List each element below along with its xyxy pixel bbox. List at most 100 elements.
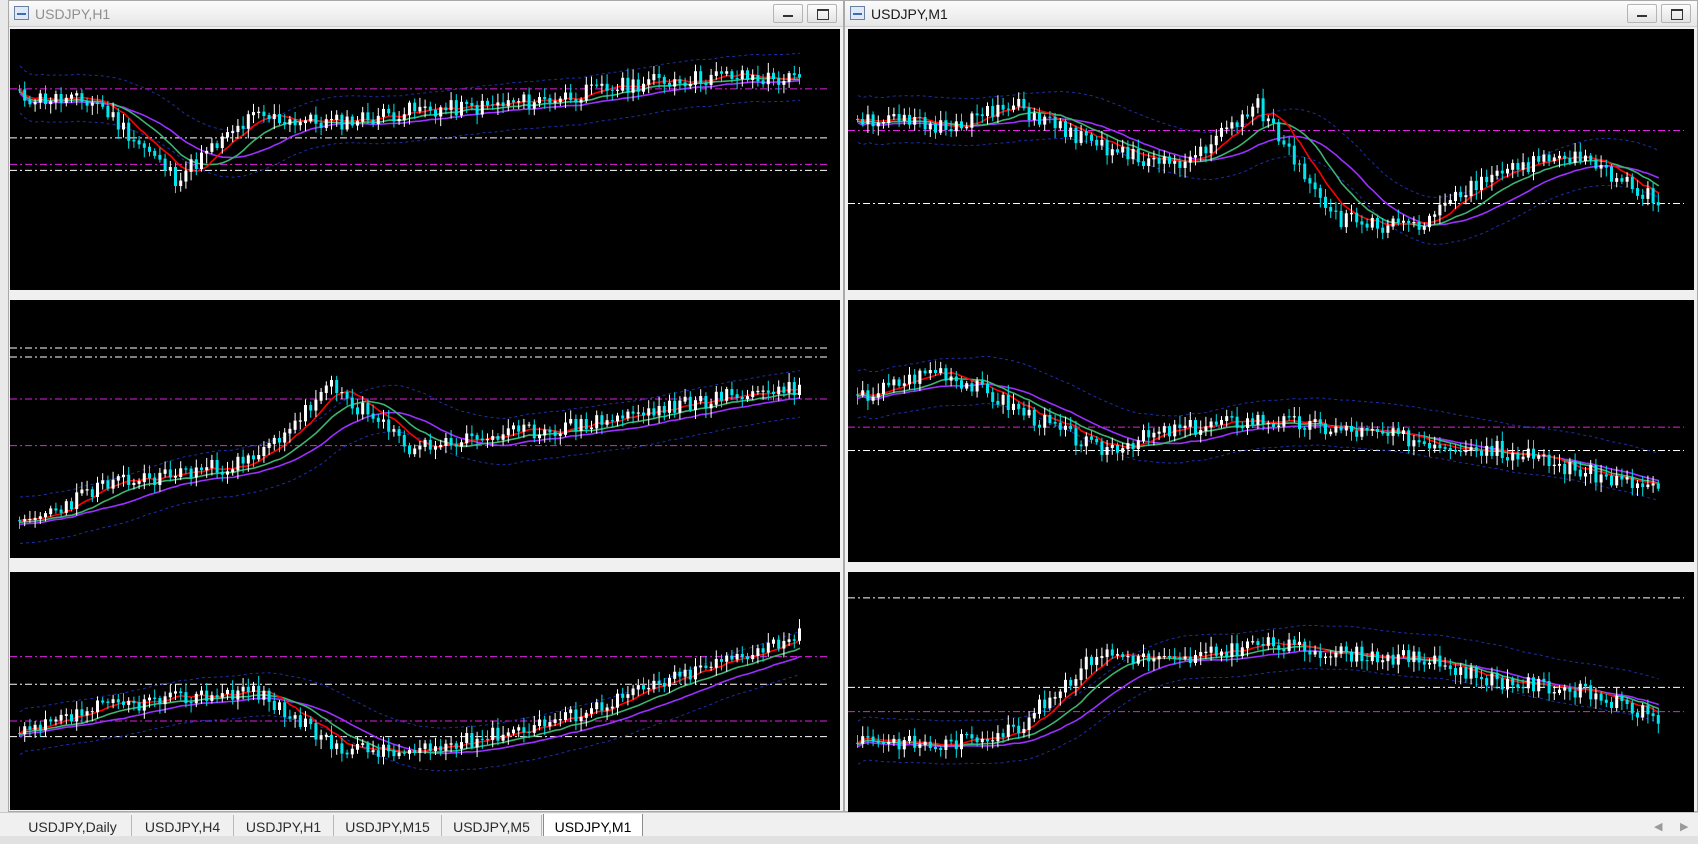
candlestick-chart <box>848 355 1684 501</box>
candle-body <box>127 122 131 141</box>
candle-body <box>553 100 557 103</box>
candle-body <box>756 648 760 656</box>
candle-body <box>960 121 963 129</box>
candle-body <box>1537 678 1541 692</box>
minimize-button[interactable] <box>1627 4 1657 23</box>
candle-body <box>1235 643 1239 657</box>
candle-body <box>960 380 963 389</box>
chart-pane[interactable] <box>10 29 840 290</box>
candle-body <box>288 716 292 719</box>
candle-body <box>1266 118 1270 122</box>
chart-pane[interactable] <box>10 300 840 558</box>
candle-body <box>600 415 604 425</box>
candle-body <box>1142 161 1145 167</box>
minimize-button[interactable] <box>773 4 803 23</box>
scroll-right-icon[interactable]: ▶ <box>1680 820 1688 833</box>
candle-body <box>70 94 73 99</box>
candle-body <box>106 701 110 703</box>
candle-body <box>996 400 1000 405</box>
candle-body <box>1053 421 1057 424</box>
candle-body <box>975 113 979 116</box>
candle-body <box>1604 165 1608 168</box>
candle-body <box>631 411 635 414</box>
candle-body <box>1152 658 1156 662</box>
window-titlebar-left[interactable]: USDJPY,H1 <box>9 1 843 27</box>
candle-body <box>1396 654 1400 665</box>
candle-body <box>1318 188 1322 198</box>
candle-body <box>371 750 375 753</box>
candle-body <box>298 715 302 727</box>
candle-body <box>1506 457 1509 461</box>
candle-body <box>475 738 479 748</box>
candle-body <box>413 102 417 112</box>
candle-body <box>1526 448 1530 458</box>
candle-body <box>1136 440 1140 450</box>
candle-body <box>1001 104 1005 110</box>
candle-body <box>714 391 718 405</box>
candle-body <box>595 415 599 429</box>
candle-body <box>252 112 255 116</box>
candle-body <box>402 752 406 754</box>
candle-body <box>1438 204 1442 216</box>
candle-body <box>449 100 453 111</box>
chart-pane[interactable] <box>10 572 840 810</box>
candle-body <box>709 74 713 85</box>
candle-body <box>1417 440 1421 443</box>
candle-body <box>231 469 235 473</box>
candle-body <box>908 735 911 742</box>
candle-body <box>913 735 917 748</box>
candle-body <box>96 482 99 498</box>
candle-body <box>918 370 922 384</box>
maximize-button[interactable] <box>1661 4 1691 23</box>
candle-body <box>1578 469 1582 477</box>
candle-body <box>444 107 448 111</box>
candle-body <box>1620 695 1624 702</box>
candlestick-chart <box>10 347 830 545</box>
candle-body <box>75 709 79 722</box>
chart-pane[interactable] <box>848 572 1694 812</box>
candle-body <box>392 429 396 432</box>
candle-body <box>1048 414 1052 423</box>
candle-body <box>460 101 463 116</box>
candle-body <box>876 393 880 398</box>
candle-body <box>699 396 703 402</box>
candle-body <box>1095 139 1099 146</box>
candle-body <box>1474 667 1478 678</box>
candle-body <box>1048 116 1052 118</box>
candle-body <box>418 747 422 754</box>
candle-body <box>1178 657 1182 659</box>
candle-body <box>1038 113 1041 125</box>
candle-body <box>996 733 1000 742</box>
candle-body <box>574 709 578 722</box>
maximize-button[interactable] <box>807 4 837 23</box>
chart-pane[interactable] <box>848 300 1694 562</box>
candle-body <box>1490 174 1494 183</box>
candle-body <box>1480 450 1483 456</box>
candle-body <box>283 122 287 125</box>
candle-body <box>330 734 333 749</box>
candle-body <box>882 741 885 744</box>
candle-body <box>1053 116 1057 129</box>
candle-body <box>1355 646 1359 662</box>
chart-pane[interactable] <box>848 29 1694 290</box>
candle-body <box>1386 654 1390 662</box>
candle-body <box>59 94 63 103</box>
scroll-left-icon[interactable]: ◀ <box>1654 820 1662 833</box>
candle-body <box>1220 420 1223 425</box>
candle-body <box>1006 394 1010 411</box>
candle-body <box>657 74 661 78</box>
candle-body <box>704 665 708 668</box>
candle-body <box>777 639 781 649</box>
candle-body <box>470 102 474 106</box>
candle-body <box>558 433 562 436</box>
candle-body <box>116 476 120 481</box>
candle-body <box>1105 649 1109 658</box>
candlestick-chart <box>848 88 1684 245</box>
candle-body <box>1261 414 1265 425</box>
candle-body <box>740 397 744 399</box>
candle-body <box>631 688 635 696</box>
candle-body <box>876 740 880 743</box>
window-titlebar-right[interactable]: USDJPY,M1 <box>845 1 1697 27</box>
candle-body <box>1443 447 1447 449</box>
candle-body <box>761 390 765 392</box>
